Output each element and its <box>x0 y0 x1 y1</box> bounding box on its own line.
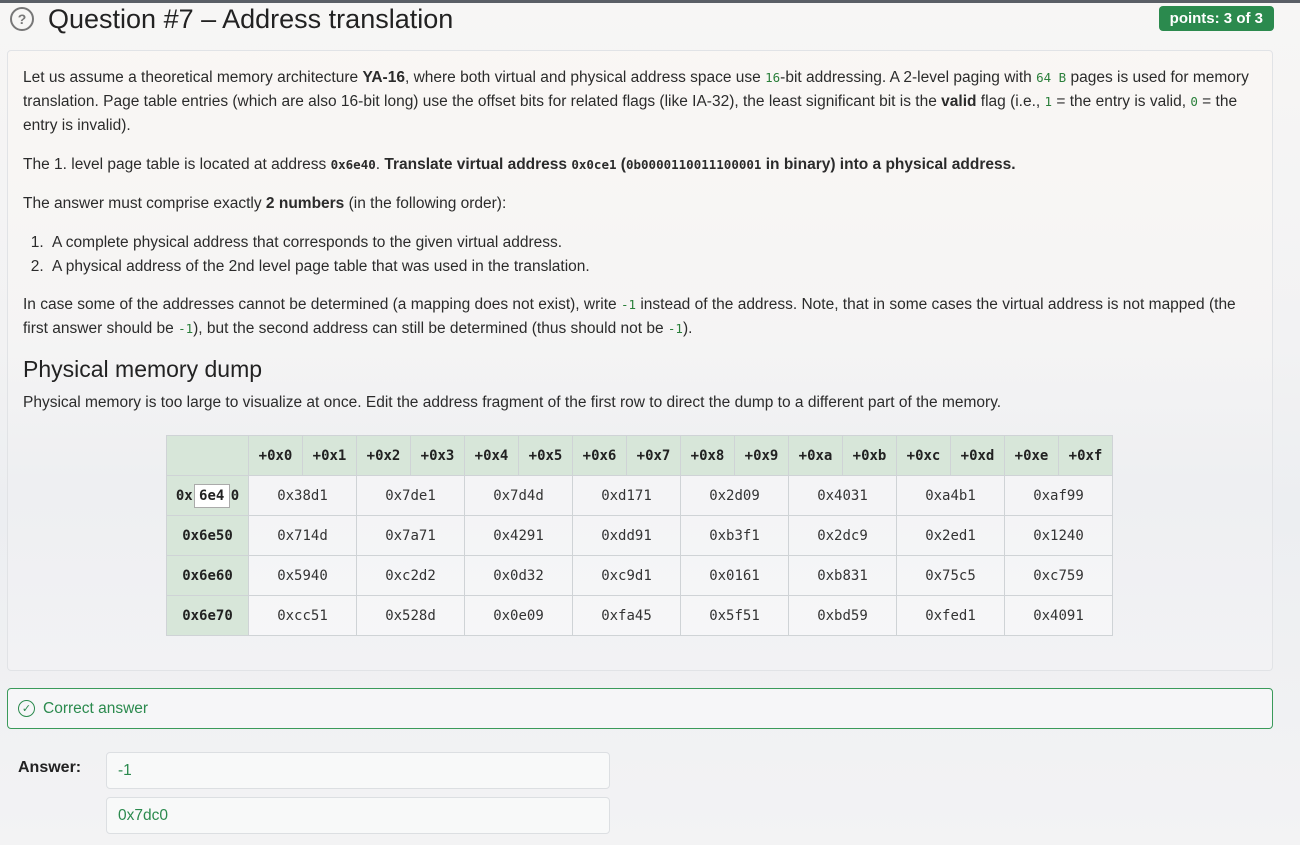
memory-cell: 0x7de1 <box>356 475 465 516</box>
memory-cell: 0xb831 <box>788 555 897 596</box>
memory-cell: 0xcc51 <box>248 595 357 636</box>
answer-field-2[interactable]: 0x7dc0 <box>106 797 610 834</box>
address-suffix: 0 <box>230 487 240 504</box>
answer-requirements: The answer must comprise exactly 2 numbe… <box>23 195 507 212</box>
table-row: 0x 6e4 0 0x38d1 0x7de1 0x7d4d 0xd171 0x2d09 0x40… <box>166 475 1113 516</box>
answer-label: Answer: <box>18 759 82 776</box>
memory-cell: 0xc9d1 <box>572 555 681 596</box>
memory-cell: 0xaf99 <box>1004 475 1113 516</box>
dump-description: Physical memory is too large to visualiz… <box>23 394 1002 411</box>
status-text: Correct answer <box>43 699 149 717</box>
column-header: +0xb <box>842 435 897 476</box>
answer-field-1[interactable]: -1 <box>106 752 610 789</box>
dump-heading: Physical memory dump <box>23 356 263 382</box>
task-paragraph: The 1. level page table is located at ad… <box>23 156 1016 173</box>
correct-answer-banner: ✓ Correct answer <box>7 688 1273 729</box>
column-header: +0xc <box>896 435 951 476</box>
memory-cell: 0x0d32 <box>464 555 573 596</box>
memory-cell: 0x0e09 <box>464 595 573 636</box>
memory-cell: 0xdd91 <box>572 515 681 556</box>
help-icon[interactable]: ? <box>10 7 34 31</box>
memory-dump-table: +0x0 +0x1 +0x2 +0x3 +0x4 +0x5 +0x6 +0x7 +0x8 +0x9… <box>166 435 1113 636</box>
memory-cell: 0x7d4d <box>464 475 573 516</box>
memory-cell: 0x4091 <box>1004 595 1113 636</box>
column-header: +0x3 <box>410 435 465 476</box>
column-header: +0x8 <box>680 435 735 476</box>
table-corner <box>166 435 249 476</box>
row-address: 0x 6e4 0 <box>166 475 249 516</box>
column-header: +0x5 <box>518 435 573 476</box>
address-fragment-input[interactable]: 6e4 <box>193 483 230 508</box>
table-row: 0x6e70 0xcc51 0x528d 0x0e09 0xfa45 0x5f51 0xbd… <box>166 595 1113 636</box>
memory-cell: 0x1240 <box>1004 515 1113 556</box>
table-row: 0x6e50 0x714d 0x7a71 0x4291 0xdd91 0xb3f1 0x2d… <box>166 515 1113 556</box>
memory-cell: 0x4031 <box>788 475 897 516</box>
table-header-row: +0x0 +0x1 +0x2 +0x3 +0x4 +0x5 +0x6 +0x7 +0x8 +0x9… <box>166 435 1113 476</box>
memory-cell: 0xfed1 <box>896 595 1005 636</box>
row-address: 0x6e60 <box>166 555 249 596</box>
list-item: A complete physical address that corresp… <box>48 231 1257 255</box>
memory-cell: 0xc2d2 <box>356 555 465 596</box>
row-address: 0x6e50 <box>166 515 249 556</box>
intro-paragraph: Let us assume a theoretical memory archi… <box>23 69 1249 134</box>
address-prefix: 0x <box>175 487 193 504</box>
memory-cell: 0x0161 <box>680 555 789 596</box>
memory-cell: 0x38d1 <box>248 475 357 516</box>
column-header: +0xa <box>788 435 843 476</box>
memory-cell: 0x75c5 <box>896 555 1005 596</box>
list-item: A physical address of the 2nd level page… <box>48 255 1257 279</box>
note-paragraph: In case some of the addresses cannot be … <box>23 296 1236 337</box>
memory-cell: 0x5f51 <box>680 595 789 636</box>
column-header: +0x2 <box>356 435 411 476</box>
memory-cell: 0x7a71 <box>356 515 465 556</box>
points-badge: points: 3 of 3 <box>1158 6 1274 31</box>
question-header: ? Question #7 – Address translation <box>10 4 453 34</box>
memory-cell: 0xc759 <box>1004 555 1113 596</box>
memory-cell: 0xb3f1 <box>680 515 789 556</box>
column-header: +0xd <box>950 435 1005 476</box>
column-header: +0x7 <box>626 435 681 476</box>
memory-cell: 0xd171 <box>572 475 681 516</box>
column-header: +0xf <box>1058 435 1113 476</box>
row-address: 0x6e70 <box>166 595 249 636</box>
answer-list: A complete physical address that corresp… <box>48 231 1257 279</box>
memory-cell: 0x2ed1 <box>896 515 1005 556</box>
memory-cell: 0x2d09 <box>680 475 789 516</box>
column-header: +0x6 <box>572 435 627 476</box>
memory-cell: 0x2dc9 <box>788 515 897 556</box>
memory-cell: 0xa4b1 <box>896 475 1005 516</box>
column-header: +0x9 <box>734 435 789 476</box>
memory-cell: 0x5940 <box>248 555 357 596</box>
column-header: +0x1 <box>302 435 357 476</box>
question-panel: Let us assume a theoretical memory archi… <box>7 50 1273 671</box>
check-circle-icon: ✓ <box>18 700 35 717</box>
memory-cell: 0xfa45 <box>572 595 681 636</box>
table-row: 0x6e60 0x5940 0xc2d2 0x0d32 0xc9d1 0x0161 0xb8… <box>166 555 1113 596</box>
memory-cell: 0x528d <box>356 595 465 636</box>
column-header: +0xe <box>1004 435 1059 476</box>
memory-cell: 0xbd59 <box>788 595 897 636</box>
column-header: +0x0 <box>248 435 303 476</box>
memory-cell: 0x714d <box>248 515 357 556</box>
question-title: Question #7 – Address translation <box>48 3 454 34</box>
memory-cell: 0x4291 <box>464 515 573 556</box>
column-header: +0x4 <box>464 435 519 476</box>
